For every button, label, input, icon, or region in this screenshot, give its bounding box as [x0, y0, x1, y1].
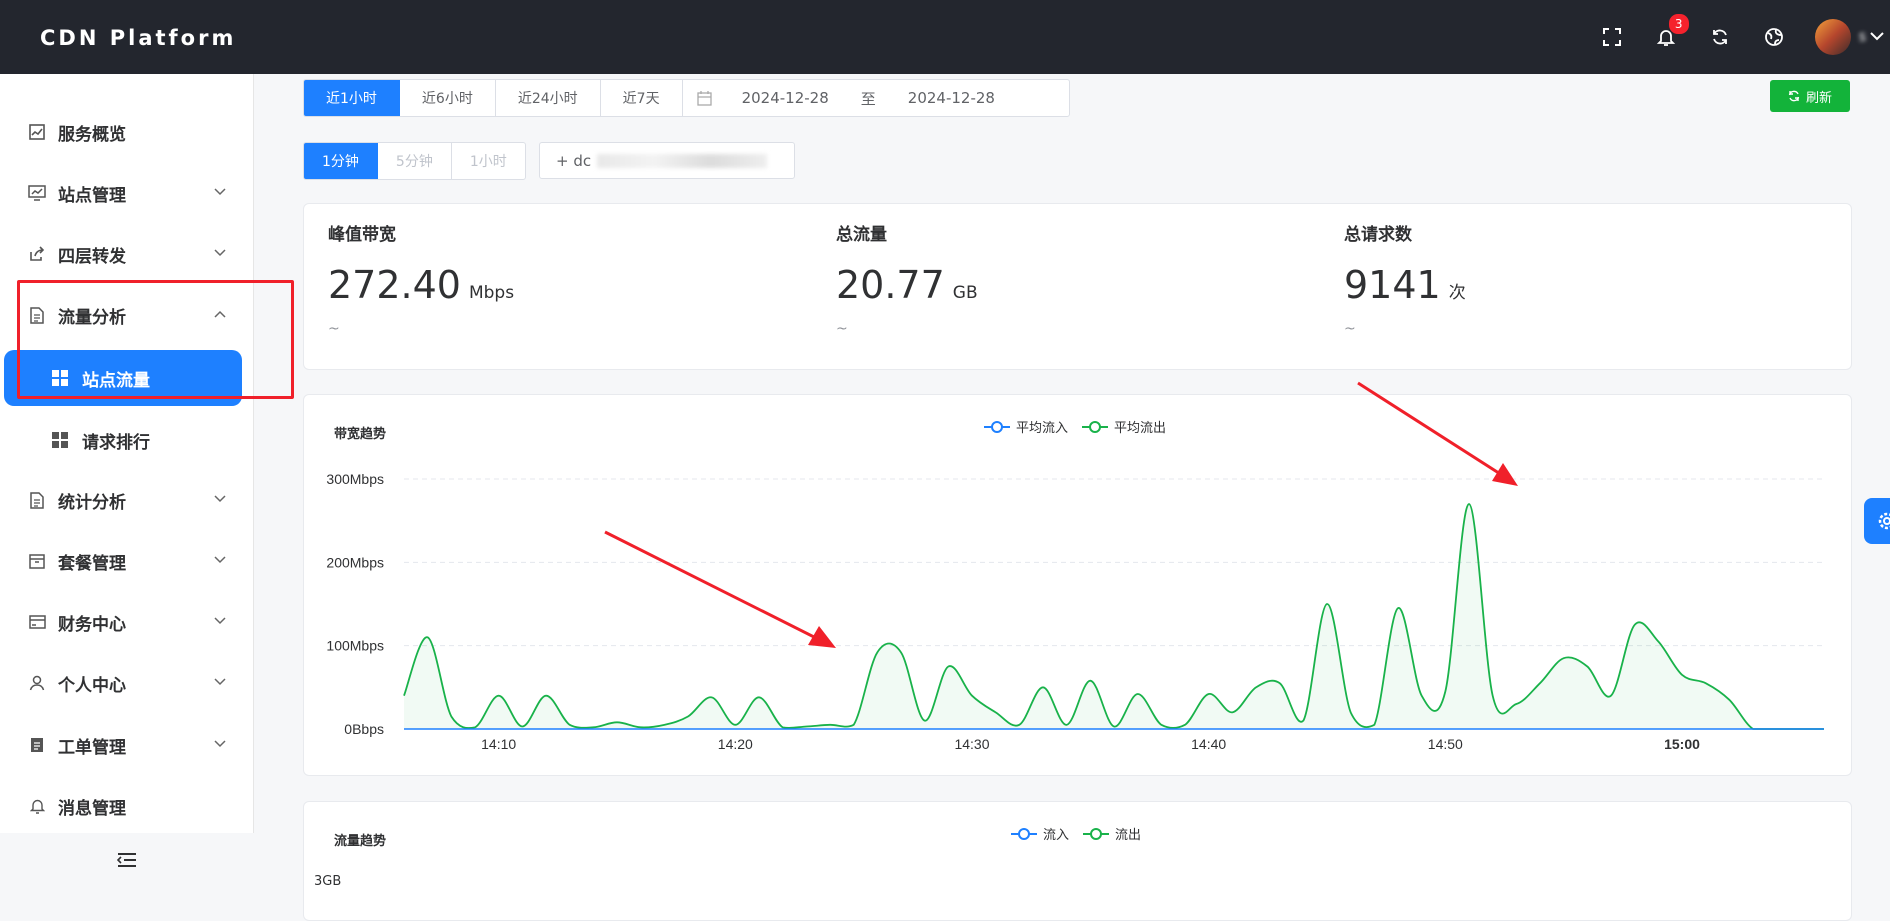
annotation-arrows	[604, 381, 1518, 648]
arrow-annotation	[604, 530, 836, 648]
arrow-annotation	[1357, 381, 1518, 486]
